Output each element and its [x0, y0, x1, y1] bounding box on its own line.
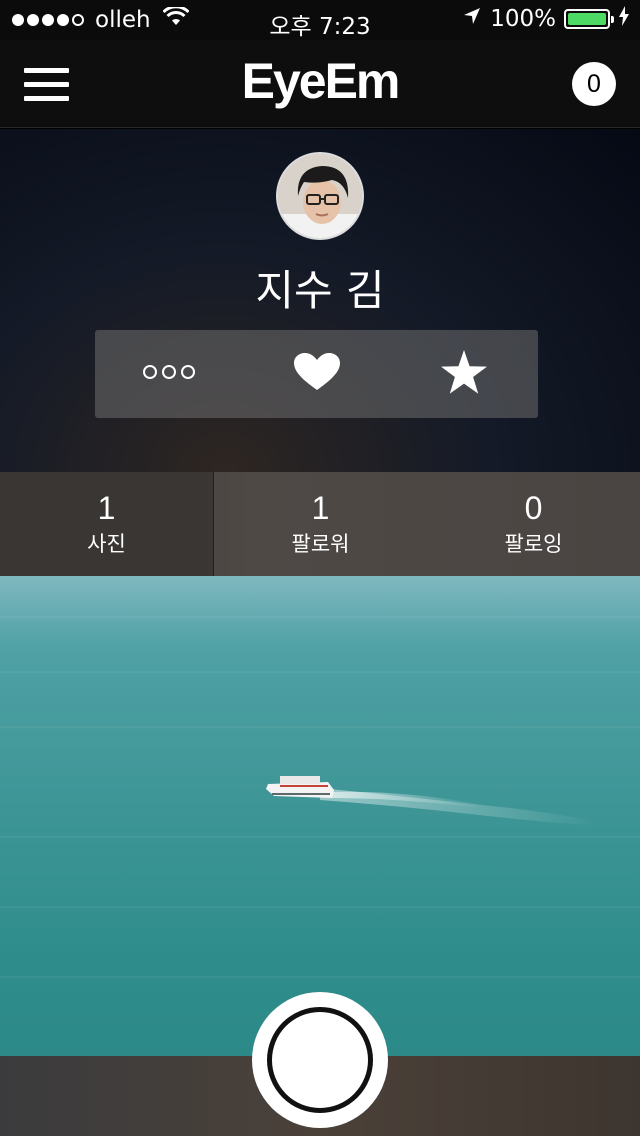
app-logo: EyeEm	[241, 53, 401, 109]
profile-action-bar	[95, 330, 538, 418]
stat-photos[interactable]: 1 사진	[0, 472, 214, 576]
stat-followers[interactable]: 1 팔로워	[214, 472, 427, 576]
profile-name: 지수 김	[255, 266, 385, 315]
status-right: 100%	[462, 6, 630, 32]
star-icon	[440, 349, 488, 399]
like-button[interactable]	[243, 330, 391, 418]
favorite-button[interactable]	[390, 330, 538, 418]
battery-level	[568, 13, 606, 25]
signal-strength-icon	[12, 14, 87, 26]
stat-photos-value: 1	[97, 490, 116, 526]
battery-percent: 100%	[490, 6, 556, 32]
stat-following-value: 0	[524, 490, 543, 526]
more-options-button[interactable]	[95, 330, 243, 418]
stat-following-label: 팔로잉	[504, 532, 563, 556]
status-bar: olleh 오후 7:23 100%	[0, 0, 640, 40]
carrier-name: olleh	[95, 7, 151, 33]
boat-illustration	[266, 776, 600, 826]
profile-stats: 1 사진 1 팔로워 0 팔로잉	[0, 472, 640, 576]
avatar[interactable]	[276, 152, 364, 240]
stat-followers-label: 팔로워	[291, 532, 350, 556]
profile-header: 지수 김	[0, 129, 640, 472]
charging-bolt-icon	[618, 6, 630, 32]
wifi-icon	[162, 5, 190, 33]
stat-followers-value: 1	[311, 490, 330, 526]
heart-icon	[293, 352, 341, 396]
camera-button[interactable]	[252, 992, 388, 1128]
status-left: olleh	[12, 5, 190, 33]
photo-thumbnail[interactable]	[0, 576, 640, 1056]
navigation-bar: EyeEm 0	[0, 40, 640, 128]
menu-icon[interactable]	[24, 68, 69, 102]
battery-icon	[564, 9, 614, 29]
stat-photos-label: 사진	[87, 532, 126, 556]
stat-following[interactable]: 0 팔로잉	[427, 472, 640, 576]
location-arrow-icon	[462, 6, 482, 32]
more-options-icon	[142, 363, 196, 385]
shutter-icon	[267, 1007, 373, 1113]
notification-badge[interactable]: 0	[572, 62, 616, 106]
